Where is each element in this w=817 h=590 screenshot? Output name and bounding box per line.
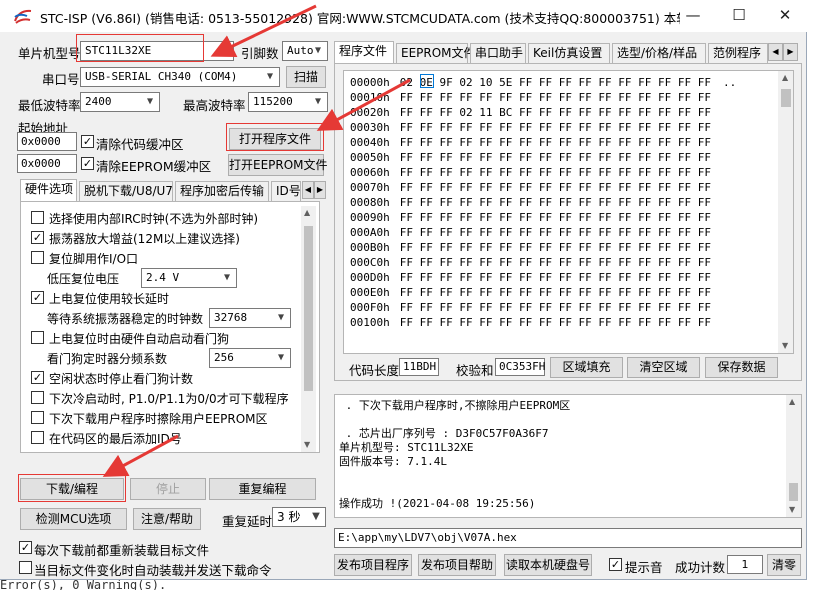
arrow-to-download: [102, 434, 179, 477]
arrow-to-open-file: [316, 78, 411, 131]
annotation-arrows: [102, 4, 411, 477]
arrow-to-mcu: [210, 4, 317, 58]
